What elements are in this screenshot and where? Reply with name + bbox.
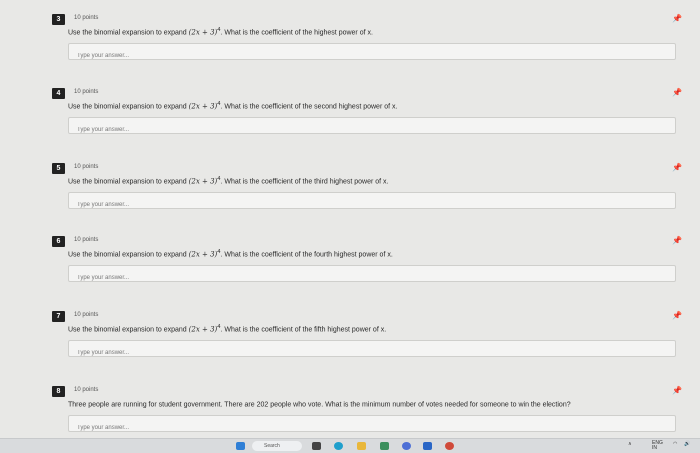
pin-icon[interactable]: 📌: [672, 386, 682, 395]
file-explorer-icon[interactable]: [357, 442, 366, 450]
pin-icon[interactable]: 📌: [672, 163, 682, 172]
chrome-icon[interactable]: [445, 442, 454, 450]
language-indicator[interactable]: ENG IN: [652, 441, 663, 451]
question-text: Use the binomial expansion to expand (2x…: [68, 249, 393, 258]
answer-box[interactable]: [68, 117, 676, 138]
question-number: 8: [52, 386, 65, 397]
settings-icon[interactable]: [402, 442, 411, 450]
question-points: 10 points: [74, 387, 99, 393]
question-points: 10 points: [74, 312, 99, 318]
taskbar: Search ∧ ENG IN ◠ 🔊: [0, 438, 700, 453]
question-text-suffix: . What is the coefficient of the fifth h…: [220, 326, 387, 334]
question-text: Three people are running for student gov…: [68, 399, 571, 408]
answer-input[interactable]: [69, 270, 675, 286]
question-text-prefix: Use the binomial expansion to expand: [68, 251, 189, 259]
pin-icon[interactable]: 📌: [672, 311, 682, 320]
answer-input[interactable]: [69, 48, 675, 64]
task-view-icon[interactable]: [312, 442, 321, 450]
pin-icon[interactable]: 📌: [672, 88, 682, 97]
answer-box[interactable]: [68, 192, 676, 213]
taskbar-search[interactable]: Search: [252, 441, 302, 451]
math-expression: (2x + 3): [188, 28, 218, 37]
question-text-suffix: . What is the coefficient of the third h…: [220, 178, 389, 186]
question-text-prefix: Three people are running for student gov…: [68, 401, 571, 409]
question-number: 5: [52, 163, 65, 174]
question-text-prefix: Use the binomial expansion to expand: [68, 178, 189, 186]
store-icon[interactable]: [380, 442, 389, 450]
question-points: 10 points: [74, 15, 99, 21]
answer-input[interactable]: [69, 197, 675, 213]
question-text-prefix: Use the binomial expansion to expand: [68, 103, 189, 111]
question-number: 3: [52, 14, 65, 25]
math-expression: (2x + 3): [188, 102, 218, 111]
answer-input[interactable]: [69, 345, 675, 361]
question-text: Use the binomial expansion to expand (2x…: [68, 101, 397, 110]
answer-box[interactable]: [68, 265, 676, 286]
question-text-suffix: . What is the coefficient of the second …: [220, 103, 398, 111]
question-text-prefix: Use the binomial expansion to expand: [68, 29, 189, 37]
pin-icon[interactable]: 📌: [672, 14, 682, 23]
question-number: 6: [52, 236, 65, 247]
question-points: 10 points: [74, 89, 99, 95]
math-expression: (2x + 3): [188, 325, 218, 334]
question-text-prefix: Use the binomial expansion to expand: [68, 326, 189, 334]
question-text-suffix: . What is the coefficient of the highest…: [220, 29, 373, 37]
pin-icon[interactable]: 📌: [672, 236, 682, 245]
math-expression: (2x + 3): [188, 250, 218, 259]
volume-icon[interactable]: 🔊: [684, 441, 690, 447]
question-number: 7: [52, 311, 65, 322]
question-points: 10 points: [74, 164, 99, 170]
answer-input[interactable]: [69, 122, 675, 138]
answer-box[interactable]: [68, 340, 676, 361]
windows-start-icon[interactable]: [236, 442, 245, 450]
question-text: Use the binomial expansion to expand (2x…: [68, 27, 373, 36]
question-text-suffix: . What is the coefficient of the fourth …: [220, 251, 393, 259]
answer-input[interactable]: [69, 420, 675, 436]
edge-icon[interactable]: [334, 442, 343, 450]
question-number: 4: [52, 88, 65, 99]
wifi-icon[interactable]: ◠: [673, 441, 677, 447]
answer-box[interactable]: [68, 415, 676, 436]
taskbar-search-label: Search: [264, 443, 280, 449]
mail-icon[interactable]: [423, 442, 432, 450]
answer-box[interactable]: [68, 43, 676, 64]
language-region: IN: [652, 445, 657, 451]
question-points: 10 points: [74, 237, 99, 243]
math-expression: (2x + 3): [188, 177, 218, 186]
tray-chevron-icon[interactable]: ∧: [628, 441, 632, 447]
question-text: Use the binomial expansion to expand (2x…: [68, 176, 389, 185]
question-text: Use the binomial expansion to expand (2x…: [68, 324, 386, 333]
